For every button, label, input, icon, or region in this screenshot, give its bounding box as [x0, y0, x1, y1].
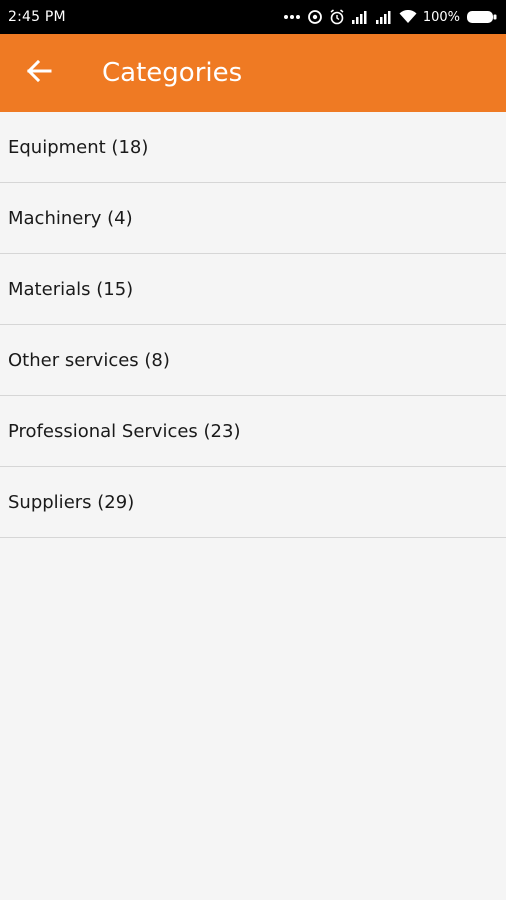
battery-percent: 100%	[422, 9, 460, 25]
status-icons: 100%	[283, 9, 498, 25]
category-item-other-services[interactable]: Other services (8)	[0, 325, 506, 396]
data-saver-icon	[307, 9, 323, 25]
category-label: Machinery (4)	[8, 207, 133, 229]
category-label: Materials (15)	[8, 278, 134, 300]
category-label: Suppliers (29)	[8, 491, 135, 513]
battery-icon	[466, 9, 498, 25]
category-label: Professional Services (23)	[8, 420, 241, 442]
signal-icon	[351, 10, 369, 24]
category-label: Equipment (18)	[8, 136, 149, 158]
app-bar: Categories	[0, 34, 506, 112]
category-item-professional-services[interactable]: Professional Services (23)	[0, 396, 506, 467]
category-list: Equipment (18) Machinery (4) Materials (…	[0, 112, 506, 538]
status-time: 2:45 PM	[8, 9, 66, 25]
page-title: Categories	[102, 58, 243, 88]
category-item-machinery[interactable]: Machinery (4)	[0, 183, 506, 254]
alarm-icon	[329, 9, 345, 25]
category-item-equipment[interactable]: Equipment (18)	[0, 112, 506, 183]
back-button[interactable]	[0, 34, 78, 112]
more-dots-icon	[283, 14, 301, 20]
category-item-materials[interactable]: Materials (15)	[0, 254, 506, 325]
category-item-suppliers[interactable]: Suppliers (29)	[0, 467, 506, 538]
arrow-left-icon	[26, 59, 52, 88]
signal-icon	[375, 10, 393, 24]
wifi-icon	[399, 10, 417, 24]
status-bar: 2:45 PM 100%	[0, 0, 506, 34]
category-label: Other services (8)	[8, 349, 170, 371]
